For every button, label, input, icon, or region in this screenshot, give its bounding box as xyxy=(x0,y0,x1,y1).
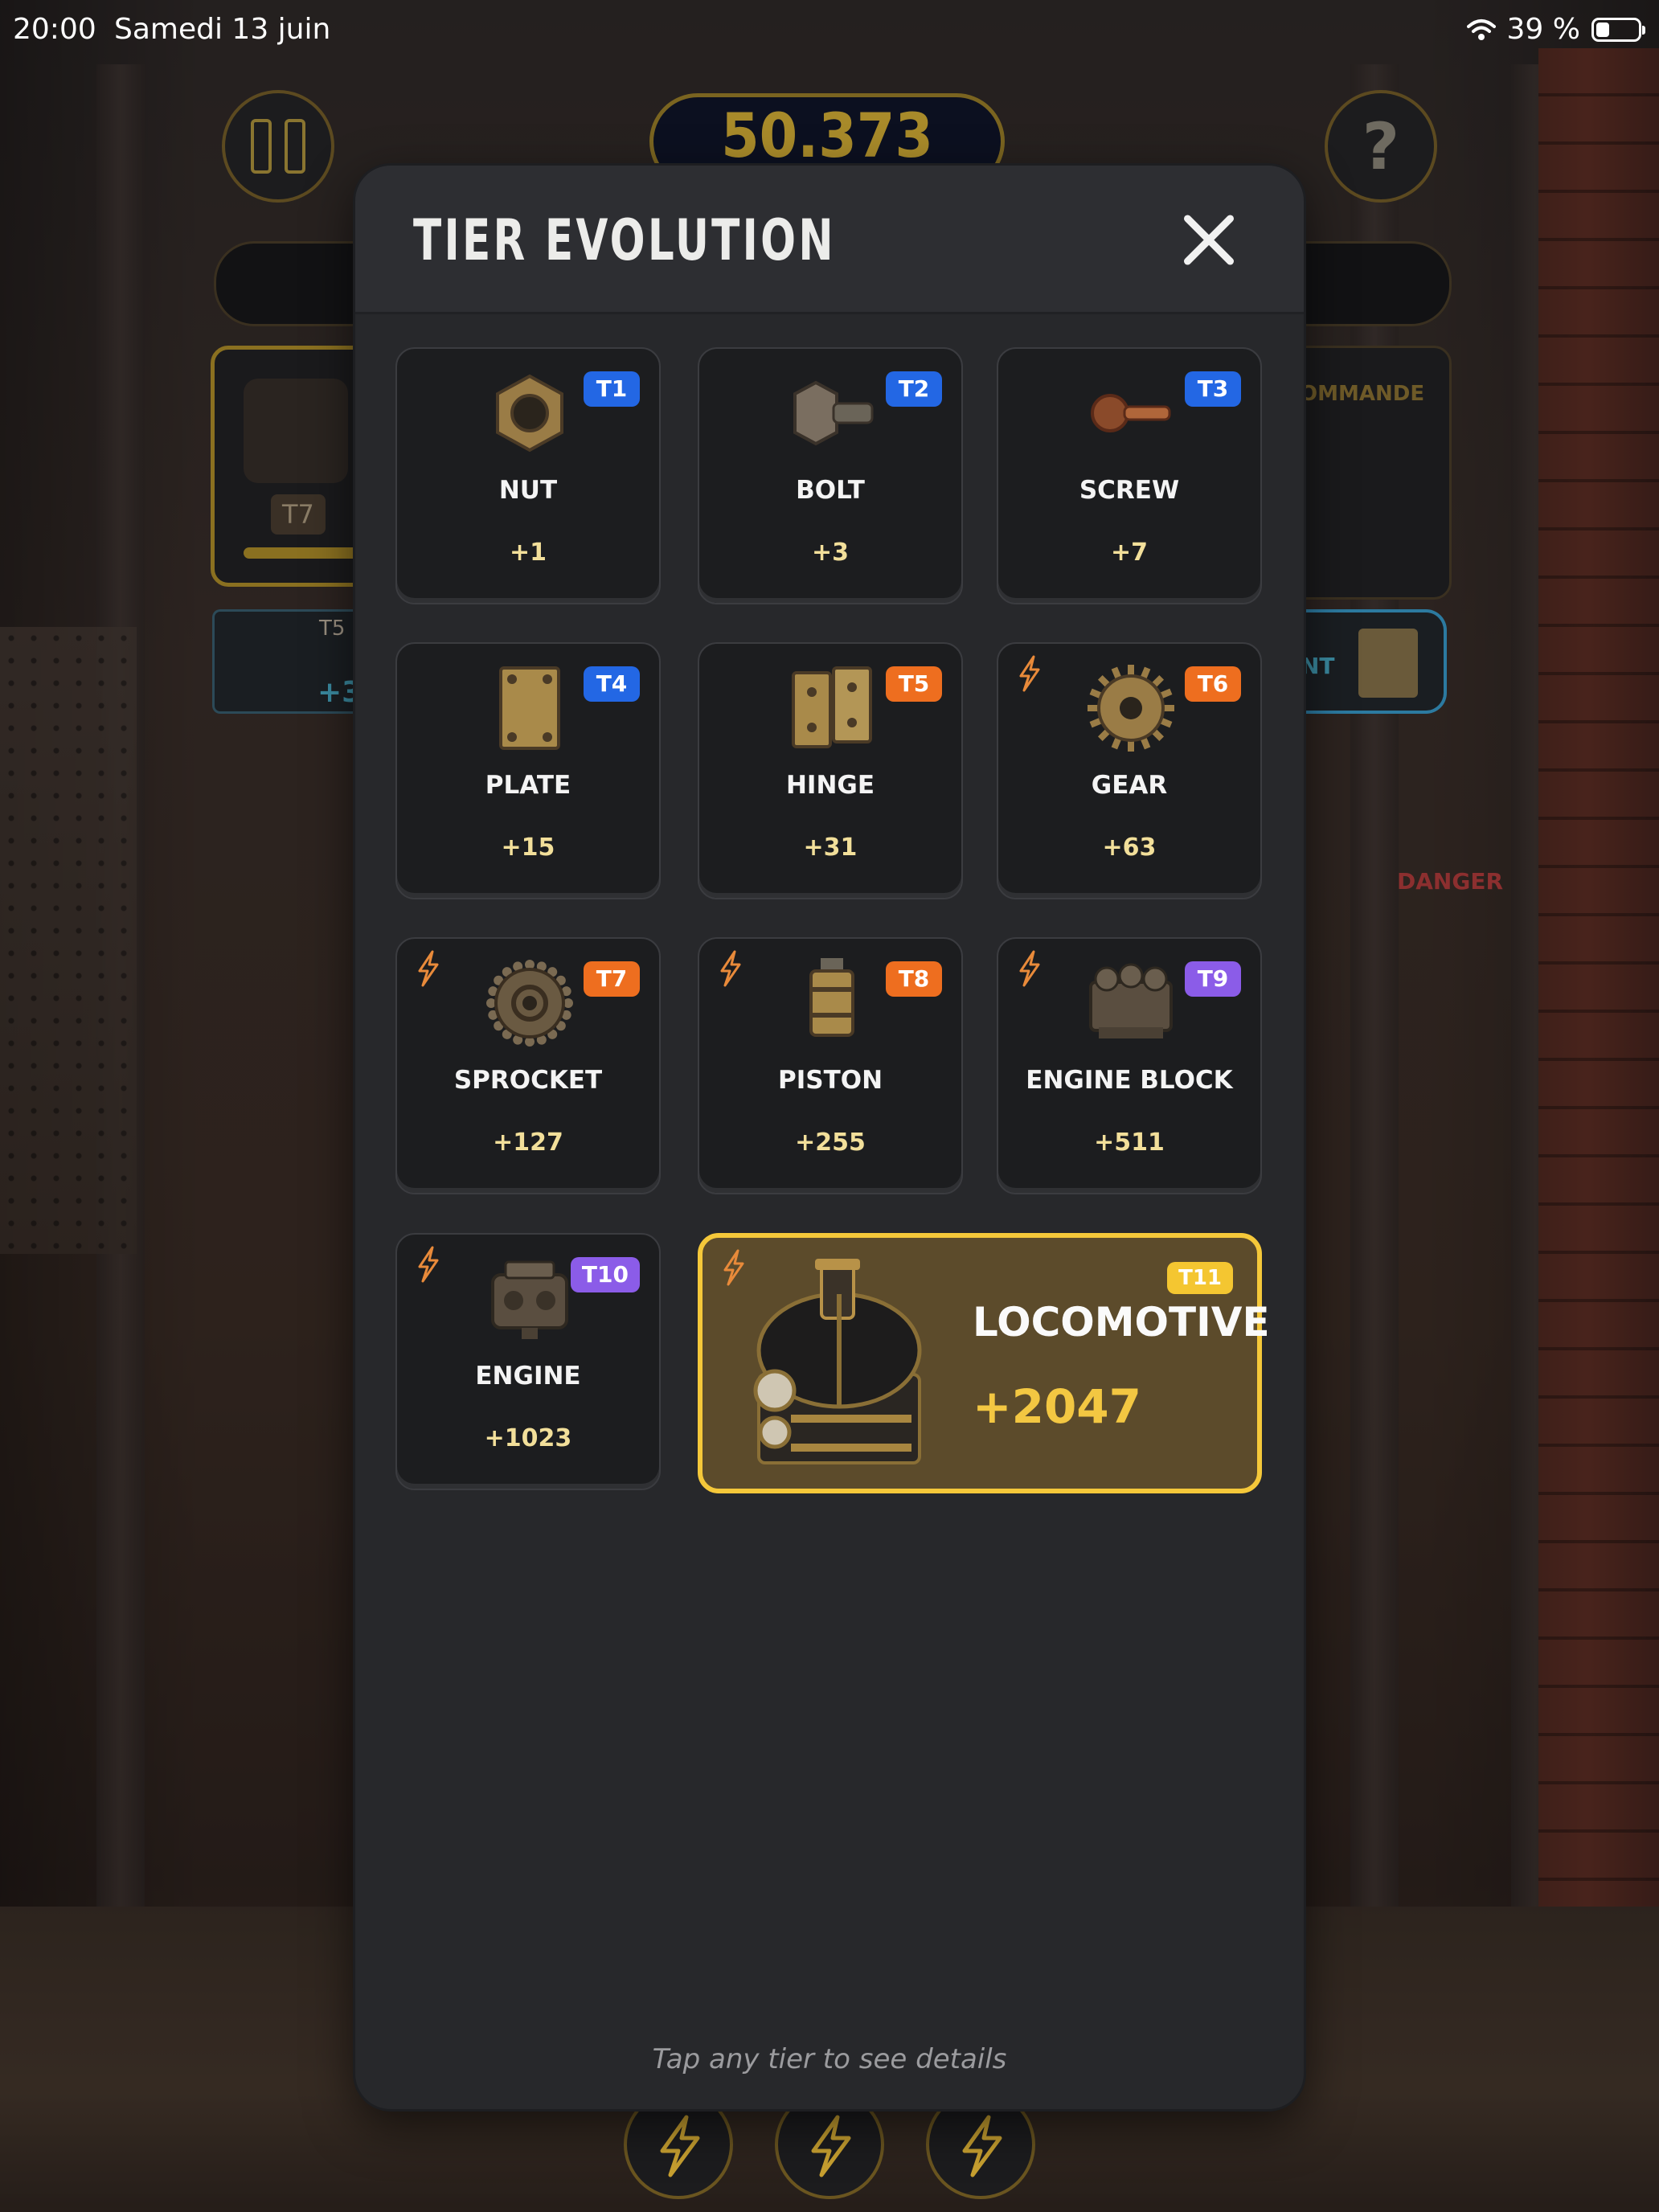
tier-points: +511 xyxy=(1094,1129,1165,1157)
status-time: 20:00 xyxy=(13,13,96,46)
lightning-icon xyxy=(811,2115,851,2177)
sprocket-icon xyxy=(486,960,573,1047)
modal-header: TIER EVOLUTION xyxy=(355,166,1304,314)
tier-card-sprocket[interactable]: T7 SPROCKET +127 xyxy=(395,937,661,1194)
next-preview-card[interactable]: NT xyxy=(1294,609,1447,714)
help-button[interactable]: ? xyxy=(1325,90,1437,203)
progress-bar-right xyxy=(1286,241,1452,326)
tier-points: +127 xyxy=(493,1129,563,1157)
tier-name: PLATE xyxy=(485,771,571,800)
hint-text: Tap any tier to see details xyxy=(652,2043,1007,2075)
modal-title: TIER EVOLUTION xyxy=(413,207,836,273)
battery-percent: 39 % xyxy=(1506,13,1580,46)
tier-name: PISTON xyxy=(777,1066,883,1095)
tier-name: SCREW xyxy=(1079,476,1180,505)
lightning-icon xyxy=(962,2115,1002,2177)
tier-points: +255 xyxy=(795,1129,866,1157)
tier-badge: T1 xyxy=(584,371,640,407)
tier-badge: T7 xyxy=(584,961,640,997)
tier-name: SPROCKET xyxy=(453,1066,603,1095)
tier-badge: T5 xyxy=(886,666,942,702)
tier-badge: T2 xyxy=(886,371,942,407)
help-icon: ? xyxy=(1362,109,1400,184)
lightning-icon xyxy=(660,2115,700,2177)
plate-thumbnail xyxy=(1358,629,1418,698)
tier-card-gear[interactable]: T6 GEAR +63 xyxy=(997,642,1262,899)
tier-name: HINGE xyxy=(785,771,875,800)
tier-evolution-modal: TIER EVOLUTION T11 LOCOMOTIVE +2047 Tap … xyxy=(355,166,1304,2109)
lightning-icon xyxy=(418,950,439,987)
tier-card-engine-block[interactable]: T9 ENGINE BLOCK +511 xyxy=(997,937,1262,1194)
tier-badge: T9 xyxy=(1185,961,1241,997)
tier-card-plate[interactable]: T4 PLATE +15 xyxy=(395,642,661,899)
tier-card-hinge[interactable]: T5 HINGE +31 xyxy=(698,642,963,899)
tier-points: +3 xyxy=(811,539,849,567)
tier-card-nut[interactable]: T1 NUT +1 xyxy=(395,347,661,604)
next-preview-label: NT xyxy=(1301,653,1335,679)
command-card[interactable]: OMMANDE xyxy=(1294,346,1452,600)
tier-name: GEAR xyxy=(1091,771,1168,800)
status-date: Samedi 13 juin xyxy=(114,13,331,46)
battery-icon xyxy=(1591,17,1645,42)
tier-card-screw[interactable]: T3 SCREW +7 xyxy=(997,347,1262,604)
pause-button[interactable] xyxy=(222,90,334,203)
tier-card-featured[interactable]: T11 LOCOMOTIVE +2047 xyxy=(698,1233,1270,1493)
locomotive-icon xyxy=(753,1259,922,1464)
tier-badge: T11 xyxy=(1167,1262,1233,1294)
tier-points: +7 xyxy=(1110,539,1148,567)
command-label: OMMANDE xyxy=(1300,382,1425,406)
tier-points: +1023 xyxy=(484,1424,572,1452)
tier-name: BOLT xyxy=(796,476,865,505)
tier-badge: T3 xyxy=(1185,371,1241,407)
tier-points: +2047 xyxy=(973,1379,1142,1434)
tier-badge: T6 xyxy=(1185,666,1241,702)
pause-icon xyxy=(285,119,305,174)
tier-points: +63 xyxy=(1102,834,1157,862)
tier-points: +31 xyxy=(803,834,858,862)
close-button[interactable] xyxy=(1180,211,1238,268)
tier-badge: T8 xyxy=(886,961,942,997)
next-tier-label: T5 xyxy=(319,616,346,641)
lightning-icon xyxy=(1019,950,1040,987)
current-piece-progress xyxy=(244,547,372,559)
tier-card-engine[interactable]: T10 ENGINE +1023 xyxy=(395,1233,661,1490)
piston-icon xyxy=(809,958,854,1037)
engine-block-icon xyxy=(1089,963,1173,1038)
tier-name: ENGINE xyxy=(475,1362,581,1391)
engine-icon xyxy=(491,1260,568,1339)
tier-points: +15 xyxy=(501,834,555,862)
tier-card-bolt[interactable]: T2 BOLT +3 xyxy=(698,347,963,604)
lightning-icon xyxy=(418,1246,439,1283)
plate-icon xyxy=(499,666,560,750)
status-bar: 20:00 Samedi 13 juin 39 % xyxy=(0,0,1659,64)
gear-icon xyxy=(1088,665,1174,752)
tier-name: LOCOMOTIVE xyxy=(973,1299,1270,1346)
tier-points: +1 xyxy=(509,539,547,567)
current-tier-label: T7 xyxy=(271,494,326,535)
bolt-icon xyxy=(793,380,874,446)
pause-icon xyxy=(251,119,272,174)
hinge-icon xyxy=(792,666,872,748)
tier-card-piston[interactable]: T8 PISTON +255 xyxy=(698,937,963,1194)
lightning-icon xyxy=(720,950,741,987)
tier-badge: T10 xyxy=(570,1257,640,1292)
next-piece-card[interactable]: T5 +31 xyxy=(212,609,382,714)
danger-label: DANGER xyxy=(1397,868,1504,895)
tier-name: NUT xyxy=(498,476,558,505)
tier-name: ENGINE BLOCK xyxy=(1026,1066,1233,1095)
nut-icon xyxy=(496,374,563,453)
current-piece-card[interactable]: T7 xyxy=(211,346,372,587)
sprocket-thumbnail xyxy=(244,379,348,483)
screw-icon xyxy=(1091,394,1171,432)
tier-badge: T4 xyxy=(584,666,640,702)
lightning-icon xyxy=(1019,655,1040,692)
wifi-icon xyxy=(1466,18,1496,40)
